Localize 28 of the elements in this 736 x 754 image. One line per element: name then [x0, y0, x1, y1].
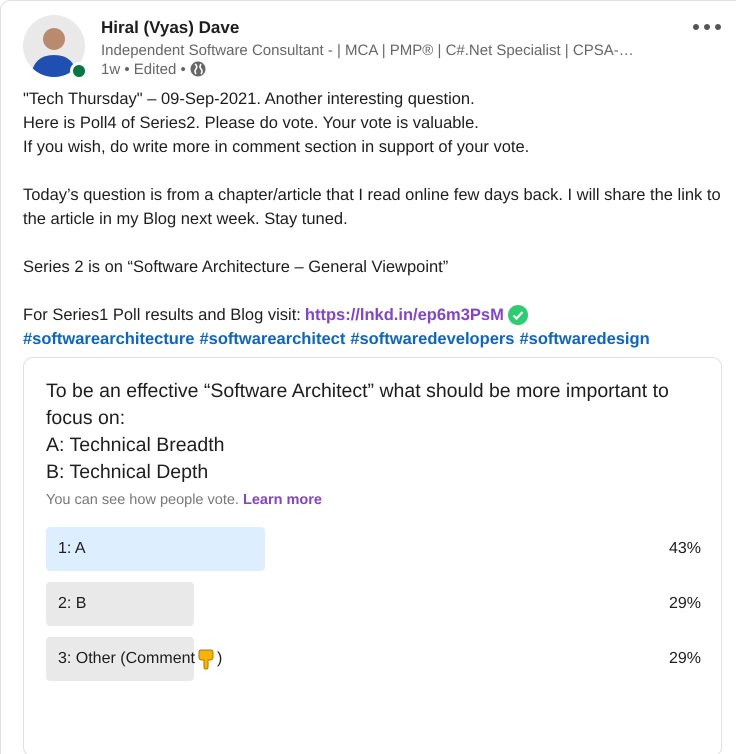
post-text: For Series1 Poll results and Blog visit:	[23, 304, 301, 326]
option-label: )	[216, 649, 222, 670]
learn-more-link[interactable]: Learn more	[242, 492, 322, 508]
hashtag-link[interactable]: #softwarearchitect	[200, 326, 346, 350]
post-text: Here is Poll4 of Series2. Please do vote. Your vote is valuable.	[23, 112, 480, 134]
poll-note: You can see how people vote.	[46, 492, 240, 508]
globe-icon	[190, 61, 206, 77]
author-name[interactable]: Hiral (Vyas) Dave	[101, 15, 676, 40]
poll-question: A: Technical Breadth	[46, 432, 226, 458]
hashtag-link[interactable]: #softwaredesign	[519, 326, 650, 350]
option-label: 1: A	[58, 539, 86, 560]
post-time: 1w • Edited •	[101, 60, 186, 78]
option-label: 2: B	[58, 594, 86, 614]
vote-percentage: 29%	[668, 594, 701, 614]
hashtag-link[interactable]: #softwarearchitecture	[23, 326, 194, 350]
poll-question: B: Technical Depth	[46, 460, 210, 484]
post-link[interactable]: https://lnkd.in/ep6m3PsM	[304, 302, 504, 326]
option-label: 3: Other (Comment	[58, 649, 195, 670]
vote-percentage: 43%	[668, 539, 701, 560]
author-headline: Independent Software Consultant - | MCA | PMP® | C#.Net Specialist | CPSA-…	[101, 40, 635, 60]
check-icon	[508, 304, 528, 324]
post-text: If you wish, do write more in comment section in support of your vote.	[23, 136, 530, 158]
post-text: Series 2 is on “Software Architecture – General Viewpoint”	[23, 256, 450, 278]
hashtag-link[interactable]: #softwaredevelopers	[350, 326, 514, 350]
vote-percentage: 29%	[668, 649, 701, 670]
poll-question: To be an effective “Software Architect” what should be more important to focus on:	[46, 378, 670, 430]
post-text: Today’s question is from a chapter/article that I read online few days back. I will share the link to the article in my Blog next week. Stay tuned.	[23, 184, 722, 230]
post-text: "Tech Thursday" – 09-Sep-2021. Another interesting question.	[23, 88, 476, 110]
